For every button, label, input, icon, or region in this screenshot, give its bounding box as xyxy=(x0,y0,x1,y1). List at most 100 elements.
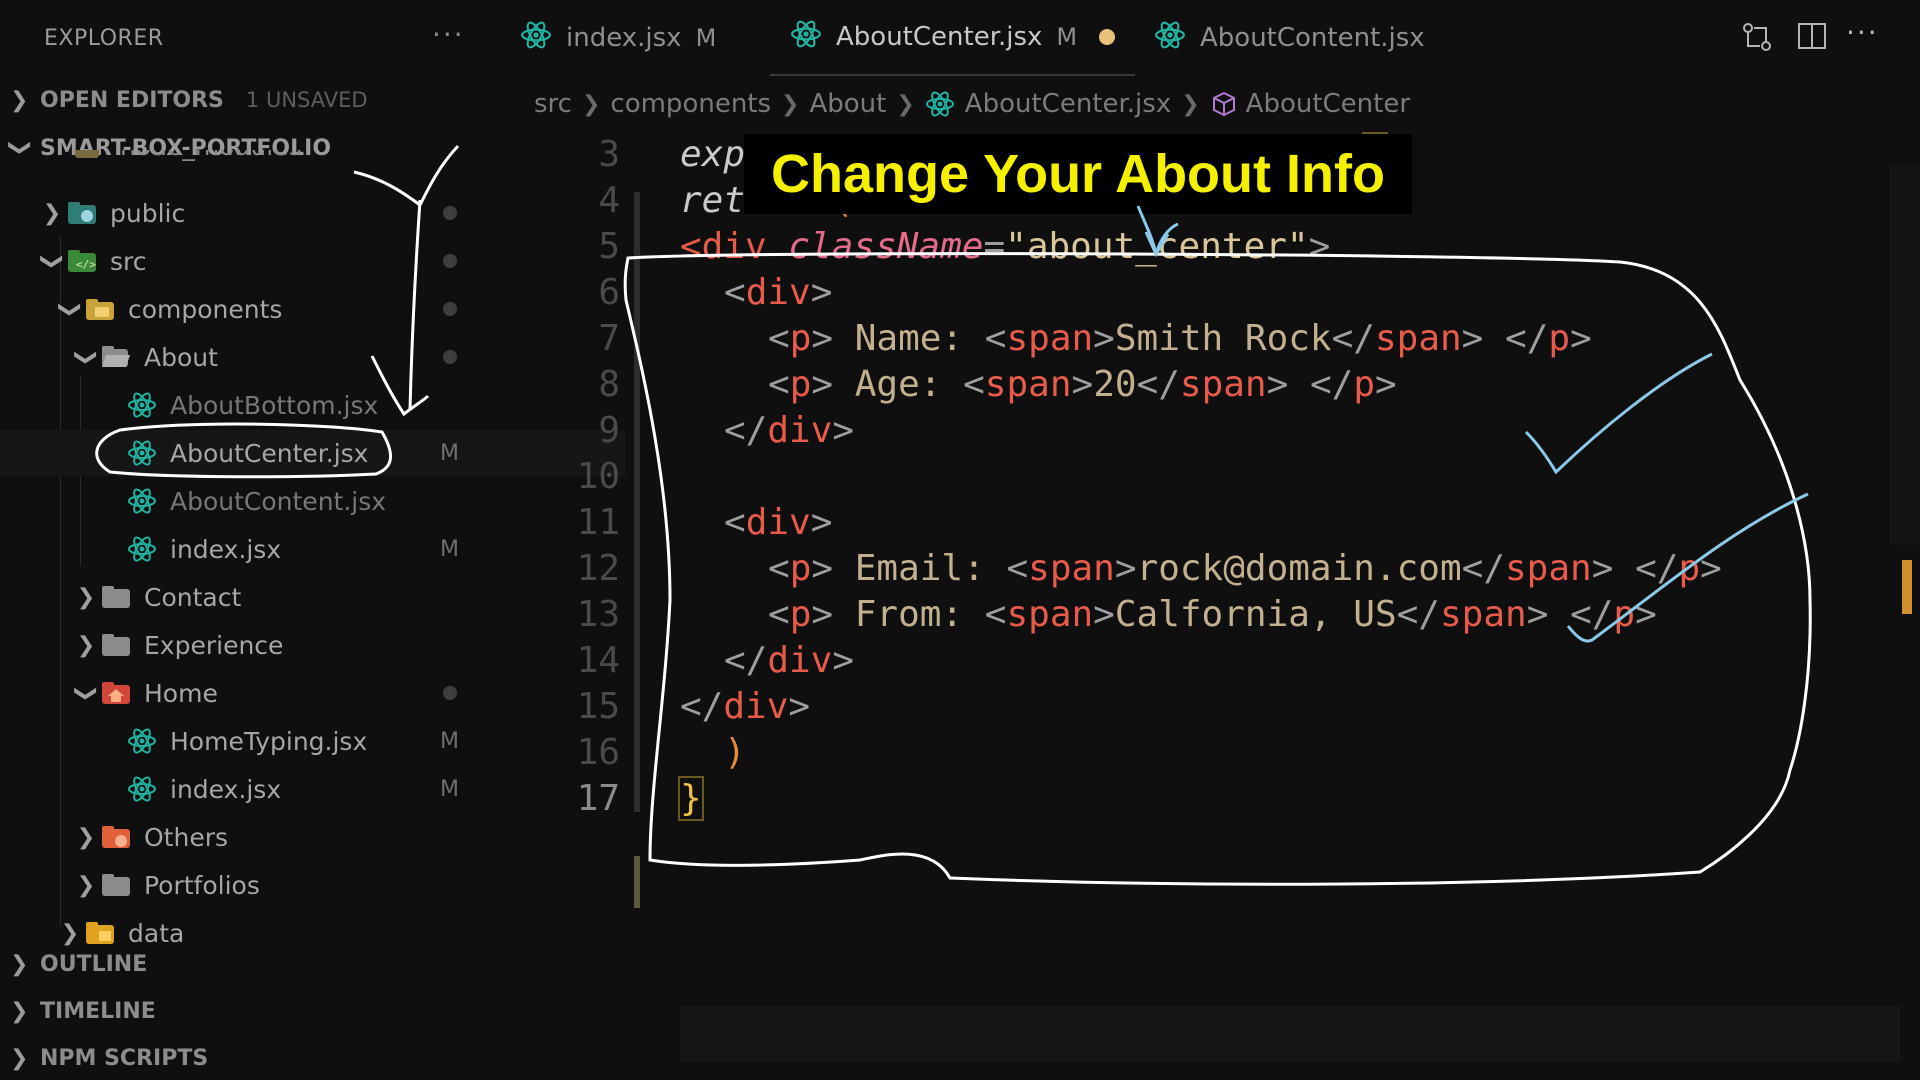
folder-public-icon xyxy=(66,199,98,227)
tree-item-label: src xyxy=(110,246,147,276)
chevron-right-icon: ❯ xyxy=(76,824,96,850)
code-line: </div> xyxy=(680,686,811,727)
code-line: <div> xyxy=(724,502,833,543)
tree-item-portfolios[interactable]: ❯ Portfolios xyxy=(0,862,572,908)
code-line: } xyxy=(678,776,704,821)
tree-item-label: Experience xyxy=(144,630,284,660)
react-icon xyxy=(126,487,158,515)
code-line: <p> Email: <span>rock@domain.com</span> … xyxy=(768,548,1722,589)
tree-item-node-modules[interactable]: node_modules xyxy=(0,150,500,176)
chevron-right-icon: ❯ xyxy=(10,951,29,977)
tree-item-others[interactable]: ❯ Others xyxy=(0,814,572,860)
code-line: </div> xyxy=(724,640,855,681)
tree-item-aboutcontent[interactable]: AboutContent.jsx xyxy=(0,478,626,524)
tab-aboutcontent[interactable]: AboutContent.jsx xyxy=(1154,0,1425,76)
tree-item-src[interactable]: ❯ </> src xyxy=(0,238,538,284)
svg-text:</>: </> xyxy=(76,258,96,271)
tree-item-label: node_modules xyxy=(120,150,302,161)
modified-marker: M xyxy=(1056,23,1078,51)
folder-others-icon xyxy=(100,823,132,851)
tree-item-home-index[interactable]: index.jsx M xyxy=(0,766,626,812)
status-dot xyxy=(443,302,457,316)
outline-section[interactable]: ❯ OUTLINE xyxy=(10,944,147,984)
chevron-right-icon: ❯ xyxy=(76,632,96,658)
react-icon xyxy=(126,439,158,467)
line-number: 13 xyxy=(576,594,620,635)
breadcrumb-item[interactable]: About xyxy=(809,89,886,119)
scrollbar[interactable] xyxy=(1890,165,1920,545)
tree-item-label: components xyxy=(128,294,283,324)
tree-item-home[interactable]: ❯ Home xyxy=(0,670,572,716)
code-line: expter(){ xyxy=(680,132,1388,177)
tree-item-label: HomeTyping.jsx xyxy=(170,726,368,756)
folder-icon xyxy=(100,871,132,899)
folder-open-icon xyxy=(100,343,132,371)
line-number: 16 xyxy=(576,732,620,773)
tree-item-aboutcenter[interactable]: AboutCenter.jsx M xyxy=(0,430,626,476)
chevron-right-icon: ❯ xyxy=(10,87,29,113)
timeline-label: TIMELINE xyxy=(40,998,156,1024)
breadcrumb-item[interactable]: src xyxy=(534,89,572,119)
react-icon xyxy=(790,18,822,57)
tree-item-contact[interactable]: ❯ Contact xyxy=(0,574,572,620)
react-icon xyxy=(520,19,552,58)
line-number: 8 xyxy=(598,364,620,405)
tree-item-label: Portfolios xyxy=(144,870,260,900)
chevron-right-icon: ❯ xyxy=(10,998,29,1024)
scroll-marker xyxy=(1902,560,1912,614)
chevron-right-icon: ❯ xyxy=(60,920,80,946)
chevron-right-icon: ❯ xyxy=(896,91,915,117)
chevron-right-icon: ❯ xyxy=(581,91,601,117)
line-number: 14 xyxy=(576,640,620,681)
line-number: 5 xyxy=(598,226,620,267)
unsaved-dot-icon[interactable] xyxy=(1099,29,1116,45)
tree-item-aboutbottom[interactable]: AboutBottom.jsx xyxy=(0,382,626,428)
tree-item-hometyping[interactable]: HomeTyping.jsx M xyxy=(0,718,626,764)
tree-item-label: AboutCenter.jsx xyxy=(170,438,369,468)
split-editor-icon[interactable] xyxy=(1796,20,1828,59)
code-line: <div className="about_center"> xyxy=(680,226,1331,267)
open-editors-section[interactable]: ❯ OPEN EDITORS 1 UNSAVED xyxy=(10,80,368,120)
folder-icon xyxy=(100,583,132,611)
tab-aboutcenter[interactable]: AboutCenter.jsx M xyxy=(770,0,1136,76)
npm-scripts-section[interactable]: ❯ NPM SCRIPTS xyxy=(10,1038,208,1078)
line-number: 12 xyxy=(576,548,620,589)
timeline-section[interactable]: ❯ TIMELINE xyxy=(10,991,156,1031)
tree-item-about[interactable]: ❯ About xyxy=(0,334,572,380)
chevron-right-icon: ❯ xyxy=(76,584,96,610)
tree-item-label: index.jsx xyxy=(170,774,282,804)
open-editors-label: OPEN EDITORS xyxy=(40,87,224,113)
modified-marker: M xyxy=(440,536,459,562)
breadcrumb-item[interactable]: AboutCenter.jsx xyxy=(965,89,1171,119)
tree-item-experience[interactable]: ❯ Experience xyxy=(0,622,572,668)
tree-item-about-index[interactable]: index.jsx M xyxy=(0,526,626,572)
annotation-banner: Change Your About Info xyxy=(744,134,1412,214)
folder-data-icon xyxy=(84,919,116,947)
tree-item-label: public xyxy=(110,198,186,228)
compare-changes-icon[interactable] xyxy=(1740,20,1774,61)
chevron-down-icon: ❯ xyxy=(73,347,99,367)
tree-item-public[interactable]: ❯ public xyxy=(0,190,538,236)
modified-marker: M xyxy=(695,24,717,52)
code-editor[interactable]: 3 4 5 6 7 8 9 10 11 12 13 14 15 16 17 ex… xyxy=(540,132,1900,1062)
tree-item-label: AboutBottom.jsx xyxy=(170,390,379,420)
banner-text: Change Your About Info xyxy=(771,144,1385,204)
breadcrumb-item[interactable]: AboutCenter xyxy=(1246,89,1410,119)
tree-item-components[interactable]: ❯ components xyxy=(0,286,556,332)
tab-label: AboutContent.jsx xyxy=(1200,23,1425,53)
folder-src-icon: </> xyxy=(66,247,98,275)
more-actions-icon[interactable]: ··· xyxy=(1846,16,1879,49)
more-actions-icon[interactable]: ··· xyxy=(432,18,465,51)
chevron-down-icon: ❯ xyxy=(39,251,65,271)
status-dot xyxy=(443,254,457,268)
react-icon xyxy=(126,391,158,419)
explorer-sidebar: EXPLORER ··· ❯ OPEN EDITORS 1 UNSAVED ❯ … xyxy=(0,0,626,1080)
tab-index[interactable]: index.jsx M xyxy=(520,0,716,76)
line-number: 15 xyxy=(576,686,620,727)
react-icon xyxy=(126,775,158,803)
code-line: </div> xyxy=(724,410,855,451)
breadcrumb-item[interactable]: components xyxy=(610,89,771,119)
chevron-right-icon: ❯ xyxy=(781,91,800,117)
chevron-down-icon: ❯ xyxy=(57,299,83,319)
react-icon xyxy=(126,727,158,755)
